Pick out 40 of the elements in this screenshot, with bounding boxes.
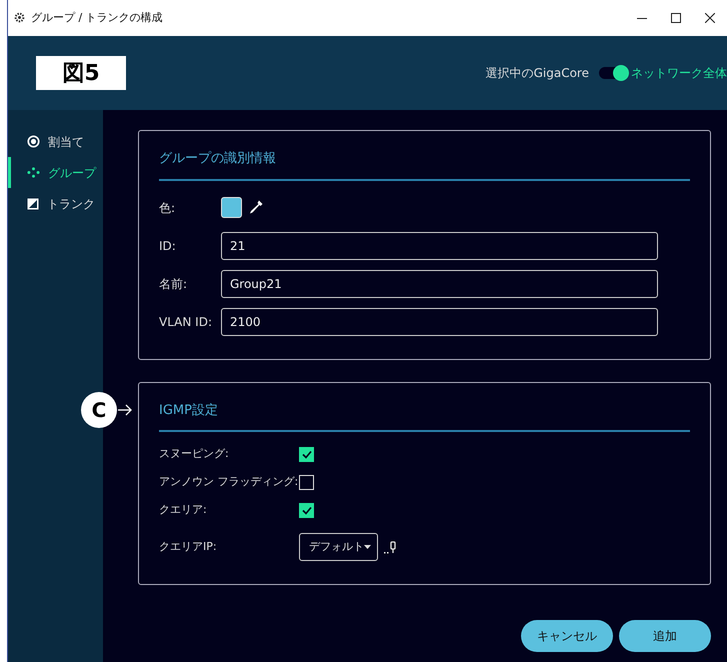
check-icon: [302, 506, 312, 514]
checkbox[interactable]: [299, 502, 314, 518]
figure-label: 図5: [36, 56, 126, 90]
field-label: 名前:: [159, 276, 188, 292]
sidebar-item[interactable]: トランク: [8, 188, 103, 219]
contrast-icon: [27, 198, 39, 210]
text-field[interactable]: 21: [221, 232, 658, 260]
text-field[interactable]: Group21: [221, 270, 658, 298]
close-icon[interactable]: [705, 13, 715, 23]
eyedropper-icon[interactable]: [248, 198, 264, 216]
querier-dropdown[interactable]: デフォルト: [299, 533, 378, 561]
dots-icon: [27, 167, 40, 178]
field-label: ID:: [159, 238, 177, 254]
caret-icon: [364, 545, 371, 549]
section-title: グループの識別情報: [159, 149, 690, 180]
checkbox[interactable]: [299, 446, 314, 462]
gear-icon: [14, 12, 25, 24]
option-label: クエリアIP:: [159, 538, 218, 555]
sidebar-item[interactable]: 割当て: [8, 126, 103, 157]
field-label: VLAN ID:: [159, 314, 213, 330]
toggle-label: ネットワーク全体: [631, 65, 727, 82]
section-title: IGMP設定: [159, 400, 690, 432]
field-label: 色:: [159, 200, 176, 216]
check-icon: [302, 450, 312, 458]
callout-marker: C: [81, 392, 117, 428]
scope-toggle[interactable]: [599, 67, 629, 79]
radio-icon: [27, 135, 40, 148]
toggle-label: 選択中のGigaCore: [486, 65, 589, 82]
option-label: クエリア:: [159, 502, 208, 518]
dialog-button[interactable]: 追加: [619, 620, 711, 652]
text-field[interactable]: 2100: [221, 308, 658, 336]
maximize-icon[interactable]: [671, 13, 681, 23]
checkbox[interactable]: [299, 474, 314, 490]
color-swatch[interactable]: [221, 197, 242, 218]
option-label: スヌーピング:: [159, 446, 230, 462]
option-label: アンノウン フラッディング:: [159, 474, 299, 490]
arrow-icon: [117, 404, 133, 416]
window-title: グループ / トランクの構成: [31, 10, 164, 26]
dialog-button[interactable]: キャンセル: [521, 620, 613, 652]
pin-icon[interactable]: [384, 540, 397, 554]
